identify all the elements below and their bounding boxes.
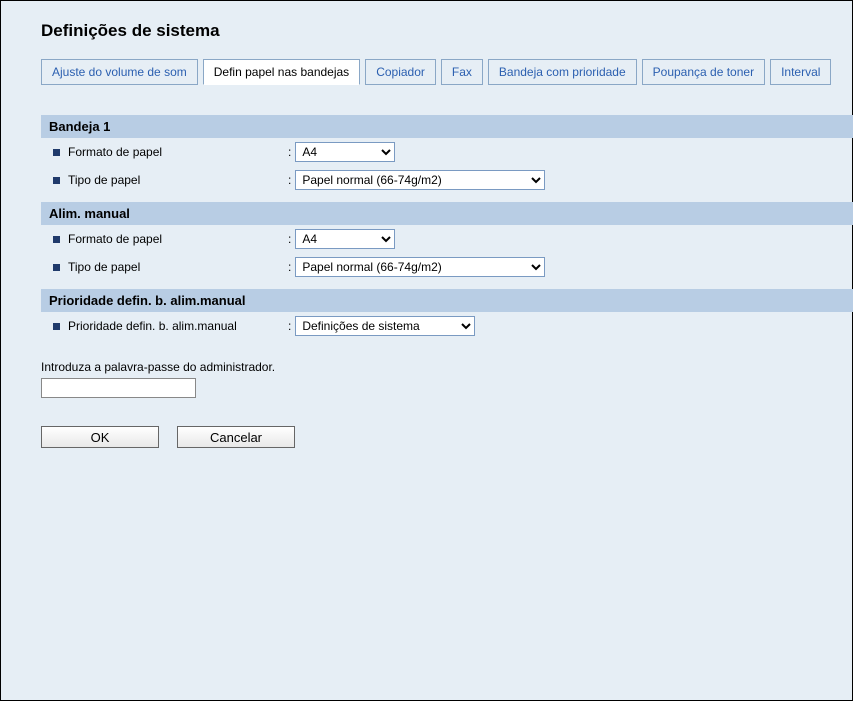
select-tray1-papersize[interactable]: A4	[295, 142, 395, 162]
section-header-manual: Alim. manual	[41, 202, 853, 225]
colon: :	[288, 173, 291, 187]
select-manual-papersize[interactable]: A4	[295, 229, 395, 249]
cancel-button[interactable]: Cancelar	[177, 426, 295, 448]
tabs-row: Ajuste do volume de som Defin papel nas …	[41, 59, 852, 85]
tab-interval[interactable]: Interval	[770, 59, 831, 85]
admin-password-input[interactable]	[41, 378, 196, 398]
page-title: Definições de sistema	[41, 21, 852, 41]
tab-fax[interactable]: Fax	[441, 59, 483, 85]
admin-password-label: Introduza a palavra-passe do administrad…	[41, 360, 852, 374]
bullet-icon	[53, 323, 60, 330]
label-manual-papersize: Formato de papel	[53, 232, 288, 246]
label-text: Formato de papel	[68, 145, 162, 159]
label-priority: Prioridade defin. b. alim.manual	[53, 319, 288, 333]
tab-copier[interactable]: Copiador	[365, 59, 436, 85]
ok-button[interactable]: OK	[41, 426, 159, 448]
colon: :	[288, 232, 291, 246]
colon: :	[288, 260, 291, 274]
tab-volume[interactable]: Ajuste do volume de som	[41, 59, 198, 85]
tab-priority-tray[interactable]: Bandeja com prioridade	[488, 59, 637, 85]
bullet-icon	[53, 264, 60, 271]
label-tray1-papertype: Tipo de papel	[53, 173, 288, 187]
select-manual-papertype[interactable]: Papel normal (66-74g/m2)	[295, 257, 545, 277]
label-text: Prioridade defin. b. alim.manual	[68, 319, 237, 333]
label-tray1-papersize: Formato de papel	[53, 145, 288, 159]
colon: :	[288, 145, 291, 159]
label-text: Tipo de papel	[68, 260, 140, 274]
tab-toner-save[interactable]: Poupança de toner	[642, 59, 765, 85]
bullet-icon	[53, 149, 60, 156]
bullet-icon	[53, 177, 60, 184]
section-header-tray1: Bandeja 1	[41, 115, 853, 138]
label-text: Tipo de papel	[68, 173, 140, 187]
colon: :	[288, 319, 291, 333]
bullet-icon	[53, 236, 60, 243]
section-header-priority: Prioridade defin. b. alim.manual	[41, 289, 853, 312]
label-manual-papertype: Tipo de papel	[53, 260, 288, 274]
select-tray1-papertype[interactable]: Papel normal (66-74g/m2)	[295, 170, 545, 190]
select-priority[interactable]: Definições de sistema	[295, 316, 475, 336]
tab-paper-tray[interactable]: Defin papel nas bandejas	[203, 59, 360, 85]
label-text: Formato de papel	[68, 232, 162, 246]
